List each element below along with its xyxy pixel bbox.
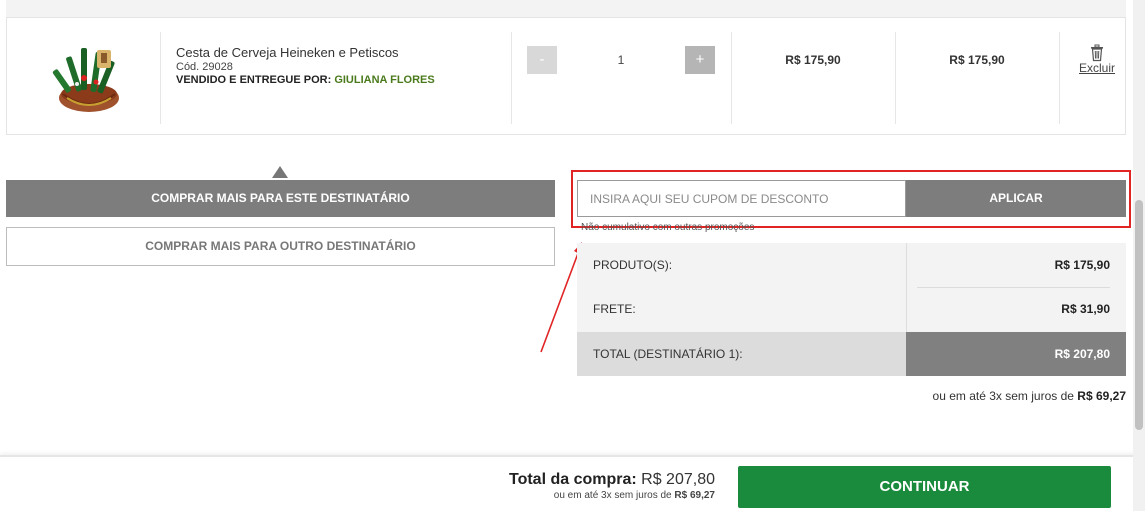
product-seller: VENDIDO E ENTREGUE POR: GIULIANA FLORES — [176, 74, 435, 86]
summary-products-label: PRODUTO(S): — [593, 258, 673, 272]
footer-installments-text: ou em até 3x sem juros de — [553, 490, 672, 501]
column-divider — [160, 32, 161, 124]
scrollbar-thumb[interactable] — [1135, 200, 1143, 430]
footer-total-label: Total da compra: — [508, 471, 637, 488]
quantity-increase-button[interactable]: + — [685, 46, 715, 74]
summary-total-label: TOTAL (DESTINATÁRIO 1): — [593, 347, 743, 361]
order-summary: PRODUTO(S): R$ 175,90 FRETE: R$ 31,90 TO… — [577, 243, 1126, 376]
column-divider — [511, 32, 512, 124]
seller-label: VENDIDO E ENTREGUE POR: — [176, 74, 332, 86]
summary-column-divider — [906, 243, 907, 332]
column-divider — [895, 32, 896, 124]
scrollbar[interactable] — [1133, 0, 1145, 511]
checkout-footer: Total da compra: R$ 207,80 ou em até 3x … — [0, 455, 1145, 511]
product-code: Cód. 29028 — [176, 61, 233, 73]
quantity-input[interactable]: 1 — [561, 46, 681, 74]
item-total-price: R$ 175,90 — [949, 53, 1005, 67]
remove-item-link[interactable]: Excluir — [1079, 61, 1115, 75]
table-header-strip — [6, 0, 1126, 18]
beer-basket-image[interactable] — [41, 42, 137, 118]
summary-shipping-row: FRETE: R$ 31,90 — [577, 287, 1126, 331]
caret-up-icon — [272, 166, 288, 178]
buy-more-same-recipient-button[interactable]: COMPRAR MAIS PARA ESTE DESTINATÁRIO — [6, 180, 555, 217]
coupon-note: Não cumulativo com outras promoções — [581, 222, 755, 233]
trash-icon[interactable] — [1088, 44, 1106, 62]
footer-total: Total da compra: R$ 207,80 — [509, 471, 715, 489]
continue-button[interactable]: CONTINUAR — [738, 466, 1111, 508]
cart-item-row: Cesta de Cerveja Heineken e Petiscos Cód… — [6, 18, 1126, 135]
quantity-decrease-button[interactable]: - — [527, 46, 557, 74]
summary-products-row: PRODUTO(S): R$ 175,90 — [577, 243, 1126, 287]
summary-installments: ou em até 3x sem juros de R$ 69,27 — [933, 389, 1126, 403]
footer-installments-value: R$ 69,27 — [674, 490, 715, 501]
summary-shipping-value: R$ 31,90 — [1061, 302, 1110, 316]
product-info: Cesta de Cerveja Heineken e Petiscos Cód… — [176, 45, 435, 86]
seller-name: GIULIANA FLORES — [334, 74, 435, 86]
installments-value: R$ 69,27 — [1077, 389, 1126, 403]
footer-total-value: R$ 207,80 — [641, 471, 715, 488]
installments-text: ou em até 3x sem juros de — [932, 389, 1074, 403]
buy-more-other-recipient-button[interactable]: COMPRAR MAIS PARA OUTRO DESTINATÁRIO — [6, 227, 555, 266]
apply-coupon-button[interactable]: APLICAR — [906, 180, 1126, 217]
summary-total-row: TOTAL (DESTINATÁRIO 1): R$ 207,80 — [577, 332, 1126, 376]
summary-total-value: R$ 207,80 — [1054, 347, 1110, 361]
column-divider — [1059, 32, 1060, 124]
summary-products-value: R$ 175,90 — [1054, 258, 1110, 272]
summary-shipping-label: FRETE: — [593, 302, 636, 316]
unit-price: R$ 175,90 — [785, 53, 841, 67]
column-divider — [731, 32, 732, 124]
coupon-input[interactable] — [577, 180, 906, 217]
footer-installments: ou em até 3x sem juros de R$ 69,27 — [554, 490, 715, 501]
product-name[interactable]: Cesta de Cerveja Heineken e Petiscos — [176, 45, 435, 60]
